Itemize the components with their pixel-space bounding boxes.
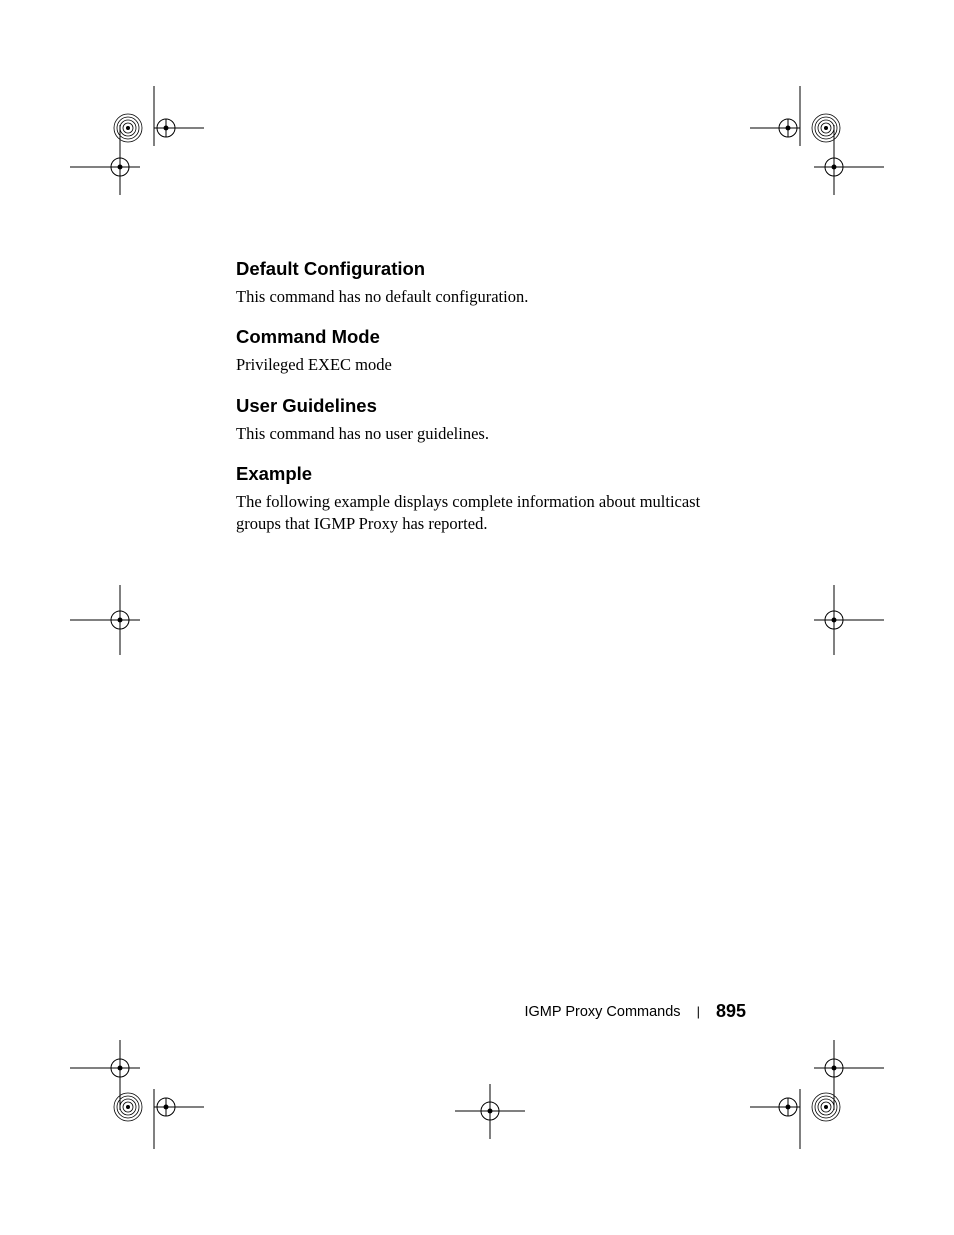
footer-separator: | — [697, 1004, 700, 1019]
page-content: Default Configuration This command has n… — [236, 258, 746, 535]
body-command-mode: Privileged EXEC mode — [236, 354, 746, 376]
heading-command-mode: Command Mode — [236, 326, 746, 348]
page-footer: IGMP Proxy Commands | 895 — [236, 1001, 746, 1022]
crop-mark-icon — [60, 575, 170, 665]
heading-example: Example — [236, 463, 746, 485]
crop-mark-icon — [60, 1030, 170, 1120]
crop-mark-icon — [748, 76, 878, 186]
crop-mark-icon — [445, 1079, 535, 1159]
crop-mark-icon — [76, 76, 206, 186]
crop-mark-icon — [60, 115, 170, 205]
footer-section-name: IGMP Proxy Commands — [525, 1004, 681, 1020]
crop-mark-icon — [784, 1030, 894, 1120]
heading-user-guidelines: User Guidelines — [236, 395, 746, 417]
body-default-configuration: This command has no default configuratio… — [236, 286, 746, 308]
body-example: The following example displays complete … — [236, 491, 746, 536]
heading-default-configuration: Default Configuration — [236, 258, 746, 280]
crop-mark-icon — [784, 575, 894, 665]
crop-mark-icon — [76, 1049, 206, 1159]
crop-mark-icon — [784, 115, 894, 205]
body-user-guidelines: This command has no user guidelines. — [236, 423, 746, 445]
footer-page-number: 895 — [716, 1001, 746, 1022]
crop-mark-icon — [748, 1049, 878, 1159]
